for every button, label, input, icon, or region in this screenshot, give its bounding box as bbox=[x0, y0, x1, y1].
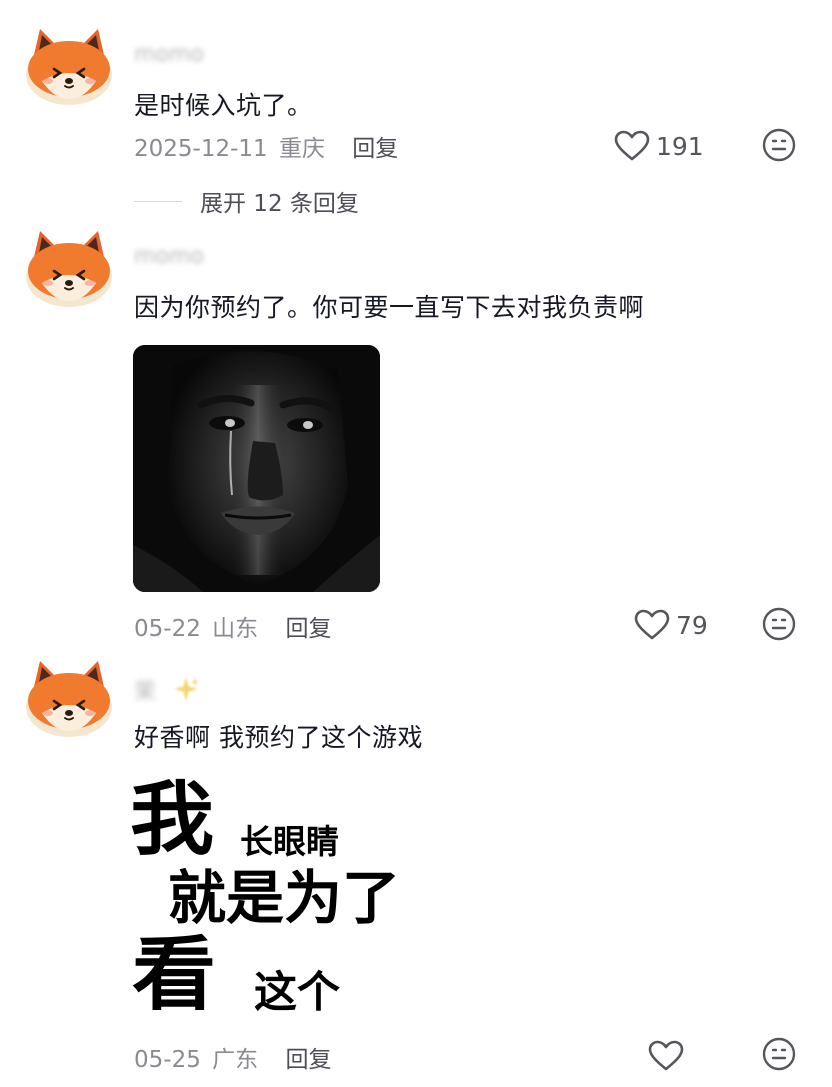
comment-meta: 2025-12-11 重庆 回复 bbox=[134, 129, 398, 163]
like-count: 191 bbox=[656, 131, 704, 161]
username[interactable]: momo bbox=[134, 42, 204, 68]
comment-text: 因为你预约了。你可要一直写下去对我负责啊 bbox=[134, 293, 645, 322]
meme-line: 就是为了 bbox=[168, 864, 401, 932]
meme-sticker-image[interactable]: 我 长眼睛 就是为了 看 这个 bbox=[128, 770, 468, 1025]
emoji-reaction-button[interactable] bbox=[761, 127, 797, 163]
reply-button[interactable]: 回复 bbox=[285, 1047, 331, 1073]
comment-text: 是时候入坑了。 bbox=[134, 91, 313, 120]
crying-man-photo bbox=[133, 345, 380, 592]
expand-replies-label: 展开 12 条回复 bbox=[200, 191, 359, 217]
reply-button[interactable]: 回复 bbox=[285, 616, 331, 642]
comment-location: 广东 bbox=[212, 1047, 259, 1073]
username[interactable]: 茉 bbox=[134, 674, 156, 705]
comment-image[interactable] bbox=[133, 345, 380, 592]
emoji-reaction-button[interactable] bbox=[761, 606, 797, 642]
neutral-face-icon bbox=[762, 607, 796, 641]
heart-outline-icon bbox=[634, 609, 670, 640]
sparkle-icon bbox=[174, 677, 199, 701]
user-avatar[interactable] bbox=[24, 227, 114, 309]
heart-outline-icon bbox=[648, 1040, 684, 1071]
comment-location: 山东 bbox=[212, 616, 259, 642]
like-button[interactable]: 79 bbox=[634, 607, 708, 643]
emoji-reaction-button[interactable] bbox=[761, 1036, 797, 1072]
meme-word-big: 我 bbox=[130, 773, 214, 866]
username[interactable]: momo bbox=[134, 244, 204, 270]
user-avatar[interactable] bbox=[24, 25, 114, 107]
meme-word-small: 长眼睛 bbox=[240, 822, 339, 861]
meme-word-small: 这个 bbox=[254, 968, 340, 1018]
neutral-face-icon bbox=[762, 1037, 796, 1071]
comment-meta: 05-22 山东 回复 bbox=[134, 609, 331, 643]
comment-date: 2025-12-11 bbox=[134, 136, 268, 162]
like-button[interactable]: 191 bbox=[614, 128, 704, 164]
fox-avatar-icon bbox=[24, 229, 114, 309]
user-avatar[interactable] bbox=[24, 657, 114, 739]
fox-avatar-icon bbox=[24, 27, 114, 107]
like-button[interactable] bbox=[648, 1038, 684, 1074]
comment-date: 05-22 bbox=[134, 616, 201, 642]
like-count: 79 bbox=[676, 610, 708, 640]
meme-word-big: 看 bbox=[132, 928, 216, 1021]
comment-date: 05-25 bbox=[134, 1047, 201, 1073]
fox-avatar-icon bbox=[24, 659, 114, 739]
heart-outline-icon bbox=[614, 130, 650, 161]
expand-replies-button[interactable]: 展开 12 条回复 bbox=[134, 184, 359, 218]
divider-line bbox=[134, 200, 182, 202]
comment-text: 好香啊 我预约了这个游戏 bbox=[134, 723, 423, 752]
comment-meta: 05-25 广东 回复 bbox=[134, 1040, 331, 1074]
comment-location: 重庆 bbox=[278, 136, 325, 162]
neutral-face-icon bbox=[762, 128, 796, 162]
reply-button[interactable]: 回复 bbox=[352, 136, 398, 162]
